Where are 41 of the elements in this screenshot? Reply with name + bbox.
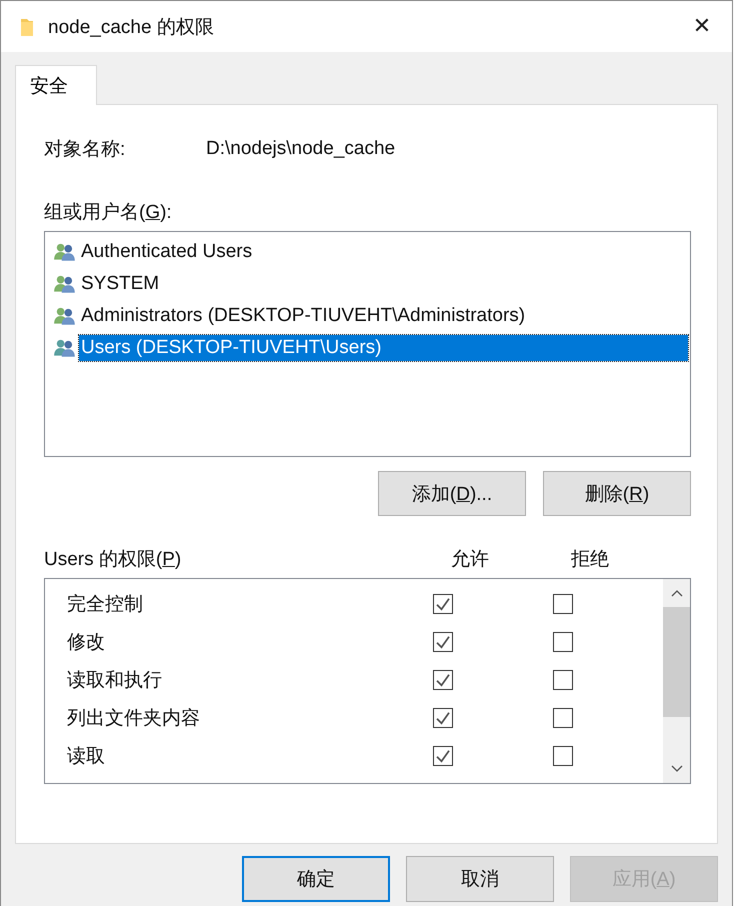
close-button[interactable]: ✕ bbox=[672, 1, 732, 52]
object-name-value: D:\nodejs\node_cache bbox=[206, 138, 396, 160]
checkbox[interactable] bbox=[553, 632, 573, 652]
checkbox[interactable] bbox=[553, 708, 573, 728]
checkbox[interactable] bbox=[553, 594, 573, 614]
dialog-button[interactable]: 添加(D)... bbox=[378, 471, 526, 516]
column-header: 拒绝 bbox=[571, 548, 610, 572]
folder-icon bbox=[20, 16, 34, 36]
checkbox[interactable] bbox=[433, 594, 453, 614]
user-item[interactable]: SYSTEM bbox=[79, 271, 162, 297]
tab[interactable]: 安全 bbox=[15, 65, 97, 105]
permission-name: 修改 bbox=[67, 631, 106, 655]
checkbox[interactable] bbox=[553, 746, 573, 766]
group-label: 组或用户名(G): bbox=[44, 201, 173, 225]
permission-name: 列出文件夹内容 bbox=[67, 707, 201, 731]
users-icon bbox=[53, 274, 77, 294]
permission-name: 读取和执行 bbox=[67, 669, 163, 693]
checkbox[interactable] bbox=[433, 708, 453, 728]
object-name-label: 对象名称: bbox=[44, 138, 126, 162]
checkbox[interactable] bbox=[433, 632, 453, 652]
permission-name: 完全控制 bbox=[67, 593, 144, 617]
dialog-button[interactable]: 删除(R) bbox=[543, 471, 691, 516]
checkbox[interactable] bbox=[433, 746, 453, 766]
user-item[interactable]: Authenticated Users bbox=[79, 239, 254, 265]
permissions-label: Users 的权限(P) bbox=[44, 548, 182, 572]
scroll-thumb[interactable] bbox=[663, 607, 690, 717]
dialog-button[interactable]: 确定 bbox=[242, 856, 390, 902]
user-item[interactable]: Administrators (DESKTOP-TIUVEHT\Administrators) bbox=[79, 303, 528, 329]
column-header: 允许 bbox=[451, 548, 490, 572]
scroll-down-icon[interactable] bbox=[670, 765, 682, 773]
checkbox[interactable] bbox=[433, 670, 453, 690]
checkbox[interactable] bbox=[553, 670, 573, 690]
dialog-button[interactable]: 取消 bbox=[406, 856, 554, 902]
user-item[interactable]: Users (DESKTOP-TIUVEHT\Users) bbox=[79, 335, 688, 361]
scroll-up-icon[interactable] bbox=[670, 589, 682, 597]
permission-name: 读取 bbox=[67, 745, 106, 769]
users-icon bbox=[53, 306, 77, 326]
users-icon bbox=[53, 338, 77, 358]
users-icon bbox=[53, 242, 77, 262]
window-title: node_cache 的权限 bbox=[48, 16, 215, 40]
scrollbar[interactable] bbox=[663, 579, 690, 783]
